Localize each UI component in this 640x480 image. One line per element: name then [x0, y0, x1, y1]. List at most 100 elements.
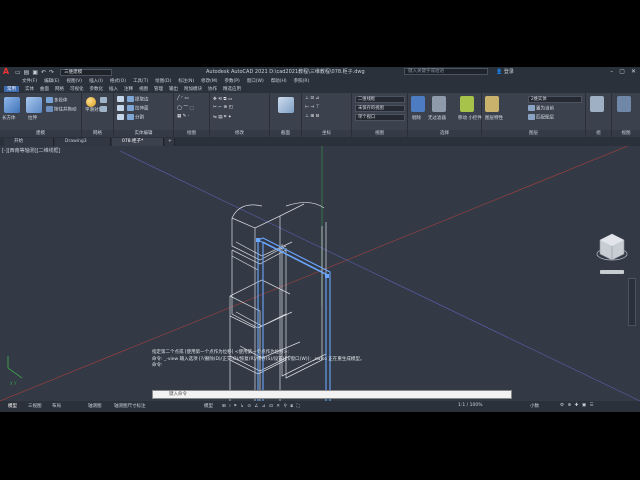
intersect-tool[interactable]	[117, 114, 125, 121]
menu-reference[interactable]: 参照(R)	[294, 78, 310, 84]
layer-dropdown[interactable]: 2维实体	[528, 96, 582, 103]
box-button[interactable]: 长方体	[2, 115, 16, 121]
smooth-sphere-icon[interactable]	[86, 97, 96, 107]
autocad-logo[interactable]: A	[0, 67, 12, 77]
command-placeholder: 键入命令	[169, 392, 187, 397]
tab-output[interactable]: 输出	[169, 86, 178, 92]
drafting-toggles[interactable]: ⊞ ⁞ ⌗ ↳ ⊙ ∠ ⊿ ⊡ ✕ ⚲ ⧈ ⛶	[222, 403, 301, 409]
menu-parametric[interactable]: 参数(P)	[225, 78, 240, 84]
redo-icon[interactable]: ↷	[49, 69, 54, 76]
menu-window[interactable]: 窗口(W)	[247, 78, 264, 84]
menu-format[interactable]: 格式(O)	[110, 78, 126, 84]
tab-solid[interactable]: 实体	[25, 86, 34, 92]
open-icon[interactable]: ▤	[24, 69, 30, 76]
menu-modify[interactable]: 修改(M)	[201, 78, 217, 84]
saved-view-dropdown[interactable]: 未保存的视图	[355, 105, 405, 112]
menu-edit[interactable]: 编辑(E)	[44, 78, 59, 84]
extrude-icon[interactable]	[26, 97, 42, 113]
union-tool[interactable]	[117, 96, 125, 103]
move-tool[interactable]: ✥ ⟲ ⧉ ▭	[213, 96, 232, 102]
search-input[interactable]: 键入关键字或短语	[404, 68, 488, 75]
tab-mesh[interactable]: 网格	[55, 86, 64, 92]
filter-icon[interactable]	[432, 96, 446, 112]
wcs-menu[interactable]	[600, 270, 624, 274]
separate-tool[interactable]: 分割	[127, 114, 144, 121]
box-3d-icon[interactable]	[4, 97, 20, 113]
command-input[interactable]: 键入命令	[152, 390, 512, 399]
panel-section: 截面	[270, 93, 302, 137]
layout-tab-layout[interactable]: 布局	[52, 403, 61, 409]
doc-tab-current[interactable]: 078.柜子*	[112, 138, 164, 146]
doc-tab-drawing3[interactable]: Drawing3	[55, 138, 111, 146]
model-space-toggle[interactable]: 模型	[204, 403, 213, 409]
viewport-controls-label[interactable]: [-][西南等轴测][二维线框]	[2, 147, 61, 154]
section-plane-icon[interactable]	[278, 97, 294, 113]
viewcube-icon[interactable]	[596, 228, 628, 268]
layout-tab-three-views[interactable]: 三视图	[28, 403, 42, 409]
menu-draw[interactable]: 绘图(D)	[155, 78, 171, 84]
status-right-icons[interactable]: ⚙ ⊕ ✚ ▣ ☰	[560, 403, 595, 408]
tab-insert[interactable]: 插入	[109, 86, 118, 92]
layout-tab-model[interactable]: 模型	[8, 403, 17, 409]
new-icon[interactable]: ▭	[15, 69, 21, 76]
tab-surface[interactable]: 曲面	[40, 86, 49, 92]
save-icon[interactable]: ▣	[32, 69, 38, 76]
menu-dimension[interactable]: 标注(N)	[178, 78, 194, 84]
viewcube[interactable]	[596, 228, 628, 274]
new-tab-button[interactable]: +	[165, 138, 175, 146]
tab-home[interactable]: 常用	[4, 86, 19, 92]
menu-help[interactable]: 帮助(H)	[271, 78, 287, 84]
annotation-scale[interactable]: 1:1 / 100%	[458, 403, 482, 408]
layout-tab-axonometric-dims[interactable]: 轴测图尺寸标注	[114, 403, 146, 409]
close-icon[interactable]: ✕	[631, 68, 636, 75]
panel-draw: ╱ ◜ ▭ ◯ ⌒ ⬚ ▦ ✎ · 绘图	[174, 93, 210, 137]
units-dropdown[interactable]: 小数	[530, 403, 539, 409]
group-icon[interactable]	[590, 96, 604, 112]
ucs-tool[interactable]: ⊥ ⊡ ⊿	[305, 96, 319, 101]
layout-tab-axonometric[interactable]: 轴测图	[88, 403, 102, 409]
extrude-faces-tool[interactable]: 拉伸面	[127, 105, 149, 112]
hatch-tool[interactable]: ▦ ✎ ·	[177, 114, 189, 119]
tab-view[interactable]: 视图	[139, 86, 148, 92]
tab-addins[interactable]: 附加模块	[184, 86, 202, 92]
layer-properties-icon[interactable]	[485, 96, 499, 112]
tool-presspull[interactable]: 按住并拖动	[46, 106, 77, 113]
menu-view[interactable]: 视图(V)	[66, 78, 82, 84]
maximize-icon[interactable]: ▢	[619, 68, 625, 75]
visual-style-dropdown[interactable]: 二维线框	[355, 96, 405, 103]
tab-featured-apps[interactable]: 精选应用	[223, 86, 241, 92]
tab-parametric[interactable]: 参数化	[90, 86, 104, 92]
sign-in-button[interactable]: 👤 登录	[496, 68, 514, 75]
workspace-dropdown[interactable]: 三维建模	[60, 68, 113, 76]
tab-visualize[interactable]: 可视化	[70, 86, 84, 92]
minimize-icon[interactable]: –	[610, 68, 613, 75]
mesh-tool-b[interactable]	[100, 106, 108, 113]
tab-manage[interactable]: 管理	[154, 86, 163, 92]
mesh-tool-a[interactable]	[100, 97, 108, 104]
tab-annotate[interactable]: 注释	[124, 86, 133, 92]
subtract-tool[interactable]	[117, 105, 125, 112]
menu-tools[interactable]: 工具(T)	[133, 78, 148, 84]
extract-edges-tool[interactable]: 提取边	[127, 96, 149, 103]
tab-collaborate[interactable]: 协作	[208, 86, 217, 92]
ucs-origin-tool[interactable]: ⊥ ⊞ ⊟	[305, 114, 319, 119]
circle-tool[interactable]: ◯ ⌒ ⬚	[177, 105, 194, 111]
culling-icon[interactable]	[411, 96, 425, 112]
ucs-world-tool[interactable]: ⊢ ⊣ ⊤	[305, 105, 320, 110]
gizmo-icon[interactable]	[460, 96, 474, 112]
match-layer-tool[interactable]: 匹配图层	[528, 114, 554, 121]
tool-union[interactable]: 多段体	[46, 97, 68, 104]
undo-icon[interactable]: ↶	[41, 69, 46, 76]
mirror-tool[interactable]: ⇋ ▤ ⌗ ✦	[213, 114, 232, 120]
set-current-tool[interactable]: 置为当前	[528, 105, 554, 112]
menu-insert[interactable]: 插入(I)	[89, 78, 103, 84]
viewport-config-dropdown[interactable]: 单个视口	[355, 114, 405, 121]
base-view-icon[interactable]	[617, 96, 631, 112]
panel-modeling-title: 建模	[0, 130, 81, 137]
menu-file[interactable]: 文件(F)	[22, 78, 37, 84]
navigation-bar[interactable]	[628, 278, 636, 326]
extrude-button[interactable]: 拉伸	[28, 115, 37, 121]
doc-tab-start[interactable]: 开始	[4, 138, 54, 146]
trim-tool[interactable]: ✂ ⌐ ⊕ ◰	[213, 105, 233, 110]
line-tool[interactable]: ╱ ◜ ▭	[177, 96, 189, 101]
